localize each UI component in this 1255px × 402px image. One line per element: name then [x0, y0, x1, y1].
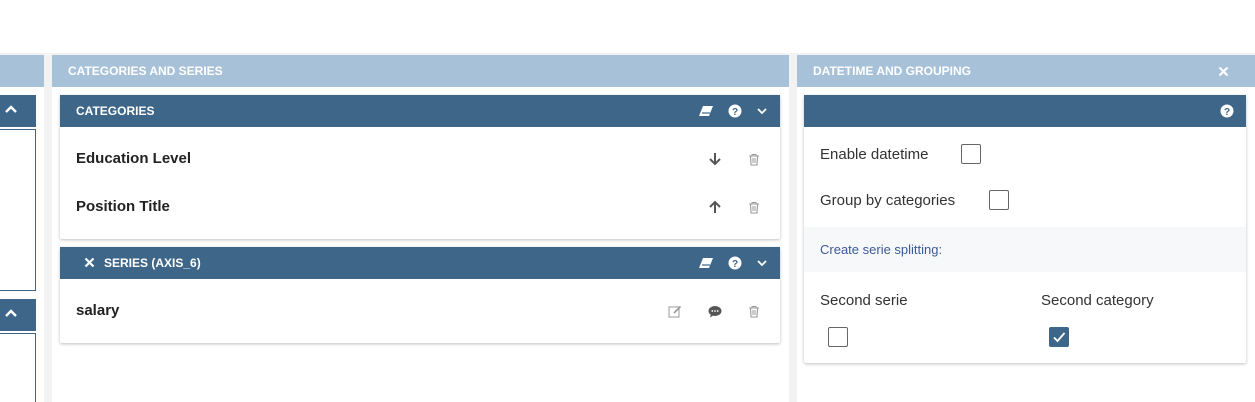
svg-text:?: ?: [732, 107, 738, 118]
help-icon[interactable]: ?: [728, 256, 742, 270]
svg-text:?: ?: [732, 259, 738, 270]
second-category-label: Second category: [1041, 292, 1154, 309]
comment-icon[interactable]: [708, 305, 722, 318]
trash-icon[interactable]: [748, 305, 760, 318]
svg-text:?: ?: [1224, 107, 1230, 118]
arrow-down-icon[interactable]: [708, 152, 722, 166]
categories-panel-title: CATEGORIES AND SERIES: [68, 64, 223, 78]
category-item: Position Title: [60, 183, 780, 231]
series-card: SERIES (AXIS_6) ? salary: [60, 247, 780, 343]
arrow-up-icon[interactable]: [708, 200, 722, 214]
chevron-down-icon[interactable]: [756, 257, 768, 269]
left-card-frame-2: [0, 333, 36, 402]
serie-splitting-label: Create serie splitting:: [820, 242, 943, 257]
checkmark-icon: [1052, 330, 1066, 344]
categories-card-title: CATEGORIES: [76, 104, 155, 118]
close-icon[interactable]: [1218, 66, 1229, 77]
left-card-frame-1: [0, 129, 36, 291]
series-item: salary: [60, 287, 780, 335]
help-icon[interactable]: ?: [728, 104, 742, 118]
left-panel-body: [0, 87, 44, 402]
eraser-icon[interactable]: [698, 257, 714, 269]
help-icon[interactable]: ?: [1220, 104, 1234, 118]
series-label: salary: [76, 302, 120, 319]
trash-icon[interactable]: [748, 201, 760, 214]
categories-panel-header: CATEGORIES AND SERIES: [52, 55, 789, 87]
left-panel-header: [0, 55, 44, 87]
category-label: Education Level: [76, 150, 192, 167]
chevron-up-icon[interactable]: [4, 103, 18, 117]
chevron-down-icon[interactable]: [756, 105, 768, 117]
series-card-header: SERIES (AXIS_6) ?: [60, 247, 780, 279]
eraser-icon[interactable]: [698, 105, 714, 117]
series-card-title: SERIES (AXIS_6): [104, 256, 201, 270]
enable-datetime-label: Enable datetime: [820, 146, 929, 163]
group-by-categories-checkbox[interactable]: [989, 190, 1009, 210]
enable-datetime-checkbox[interactable]: [961, 144, 981, 164]
left-card-header-1: [0, 95, 36, 127]
categories-card-header: CATEGORIES ?: [60, 95, 780, 127]
left-card-header-2: [0, 299, 36, 331]
datetime-panel-title: DATETIME AND GROUPING: [813, 64, 971, 78]
second-category-checkbox[interactable]: [1049, 327, 1069, 347]
edit-icon[interactable]: [668, 305, 682, 318]
datetime-panel-header: DATETIME AND GROUPING: [797, 55, 1255, 87]
group-by-categories-label: Group by categories: [820, 192, 956, 209]
categories-card: CATEGORIES ? Education Level Position Ti…: [60, 95, 780, 239]
trash-icon[interactable]: [748, 153, 760, 166]
datetime-card: ? Enable datetime Group by categories Cr…: [804, 95, 1246, 363]
second-serie-checkbox[interactable]: [828, 327, 848, 347]
designer-page: CATEGORIES AND SERIES CATEGORIES ? Educa…: [0, 0, 1255, 402]
category-label: Position Title: [76, 198, 170, 215]
datetime-card-header: ?: [804, 95, 1246, 127]
chevron-up-icon[interactable]: [4, 307, 18, 321]
close-icon[interactable]: [84, 257, 95, 268]
second-serie-label: Second serie: [820, 292, 908, 309]
category-item: Education Level: [60, 135, 780, 183]
